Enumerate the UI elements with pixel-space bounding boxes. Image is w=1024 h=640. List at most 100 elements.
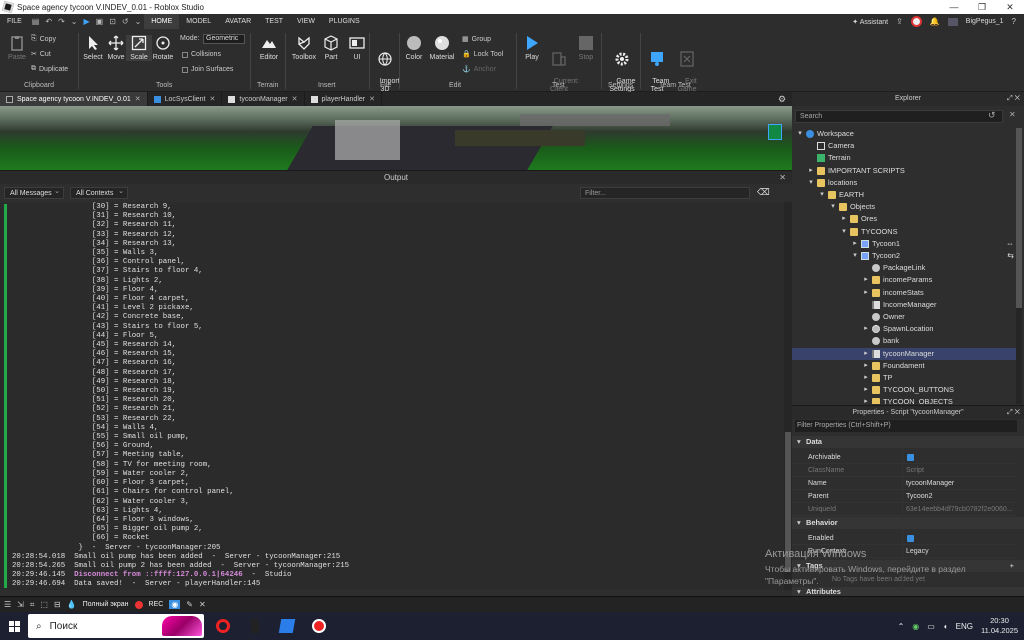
pen-icon[interactable]: ✎ (186, 600, 193, 609)
redo-icon[interactable]: ↷ (55, 17, 68, 26)
explorer-search-input[interactable]: Search (795, 110, 1003, 123)
toolbox-button[interactable]: Toolbox (291, 35, 317, 61)
archivable-checkbox[interactable] (907, 454, 914, 461)
menu-file[interactable]: FILE (0, 14, 29, 29)
menu-tab-plugins[interactable]: PLUGINS (322, 14, 367, 29)
clock[interactable]: 20:30 11.04.2025 (981, 616, 1018, 636)
expand-arrow-icon[interactable]: ▸ (840, 213, 848, 225)
taskbar-app-roblox-studio[interactable] (274, 613, 300, 639)
expand-arrow-icon[interactable]: ▾ (829, 201, 837, 213)
scale-tool-button[interactable]: Scale (126, 35, 152, 61)
rotate-tool-button[interactable]: Rotate (150, 35, 176, 61)
menu-tab-test[interactable]: TEST (258, 14, 290, 29)
username[interactable]: BigPegus_1 (966, 18, 1004, 25)
tabs-gear-icon[interactable]: ⚙ (778, 94, 786, 105)
customize-dropdown-icon[interactable]: ⌄ (132, 17, 145, 26)
tree-item[interactable]: ▸ TYCOON_BUTTONS (792, 384, 1016, 396)
expand-arrow-icon[interactable]: ▸ (862, 348, 870, 360)
prop-enabled[interactable]: Enabled (792, 532, 1016, 545)
tree-item[interactable]: Camera (792, 140, 1016, 152)
rec-label[interactable]: REC (149, 601, 164, 608)
camera-icon[interactable]: ▣ (93, 17, 107, 26)
layout-icon[interactable]: ⊟ (54, 600, 61, 609)
taskbar-search[interactable]: ⌕ Поиск (28, 614, 204, 638)
explorer-search-close-icon[interactable]: ✕ (1009, 110, 1016, 119)
expand-arrow-icon[interactable]: ▸ (862, 360, 870, 372)
quick-access-dropdown-icon[interactable]: ⌄ (68, 17, 81, 26)
output-scrollbar[interactable] (784, 202, 792, 590)
close-button[interactable]: ✕ (996, 0, 1024, 14)
explorer-close-icon[interactable]: ⤢ ✕ (1007, 92, 1020, 106)
minimize-button[interactable]: — (940, 0, 968, 14)
lock-tool-button[interactable]: 🔒 Lock Tool (462, 50, 503, 59)
tree-item[interactable]: ▾ locations (792, 177, 1016, 189)
tree-item[interactable]: ▸ Foundament (792, 360, 1016, 372)
explorer-history-icon[interactable]: ↺ (988, 110, 996, 121)
tree-item[interactable]: ▾ EARTH (792, 189, 1016, 201)
expand-arrow-icon[interactable]: ▸ (862, 384, 870, 396)
tree-item[interactable]: Terrain (792, 152, 1016, 164)
undo-icon[interactable]: ↶ (42, 17, 55, 26)
messages-filter-dropdown[interactable]: All Messages (4, 186, 64, 199)
tree-item[interactable]: ▸ incomeStats (792, 287, 1016, 299)
record-icon[interactable] (134, 600, 143, 609)
view-cube-icon[interactable] (768, 124, 782, 140)
network-icon[interactable]: ▭ (927, 622, 935, 631)
terrain-editor-button[interactable]: Editor (256, 35, 282, 61)
3d-viewport[interactable] (0, 106, 792, 170)
play-icon[interactable]: ▶ (80, 17, 92, 26)
close-tab-icon[interactable]: ✕ (369, 95, 375, 103)
notifications-icon[interactable]: 🔔 (930, 17, 940, 26)
tab-locsysclient[interactable]: LocSysClient ✕ (148, 92, 223, 106)
expand-arrow-icon[interactable]: ▾ (796, 128, 804, 140)
tree-item[interactable]: IncomeManager (792, 299, 1016, 311)
expand-arrow-icon[interactable]: ▾ (818, 189, 826, 201)
part-button[interactable]: Part (318, 35, 344, 61)
properties-close-icon[interactable]: ⤢ ✕ (1007, 406, 1020, 420)
taskbar-app-opera[interactable] (210, 613, 236, 639)
menu-lines-icon[interactable]: ☰ (4, 600, 11, 609)
join-surfaces-checkbox[interactable] (182, 66, 188, 73)
tab-tycoonmanager[interactable]: tycoonManager ✕ (222, 92, 305, 106)
tree-item[interactable]: PackageLink (792, 262, 1016, 274)
avatar[interactable] (910, 16, 922, 27)
play-button[interactable]: Play (519, 35, 545, 61)
explorer-scrollbar[interactable] (1016, 128, 1022, 404)
close-tab-icon[interactable]: ✕ (292, 95, 298, 103)
menu-tab-avatar[interactable]: AVATAR (218, 14, 258, 29)
output-filter-input[interactable]: Filter... (580, 187, 750, 199)
prop-value[interactable]: Tycoon2 (906, 490, 932, 503)
tree-item[interactable]: ▸ IMPORTANT SCRIPTS (792, 165, 1016, 177)
tree-item[interactable]: Owner (792, 311, 1016, 323)
prop-name[interactable]: Name tycoonManager (792, 477, 1016, 490)
volume-icon[interactable]: ◖ (943, 622, 948, 631)
collisions-checkbox[interactable] (182, 51, 188, 58)
menu-tab-home[interactable]: HOME (144, 14, 180, 29)
share-icon[interactable]: ⇪ (896, 17, 903, 26)
add-tag-icon[interactable]: + (1010, 560, 1014, 572)
output-close-icon[interactable]: ✕ (779, 171, 786, 185)
color-button[interactable]: Color (401, 35, 427, 61)
tree-item[interactable]: ▸ incomeParams (792, 274, 1016, 286)
prop-value[interactable]: Legacy (906, 545, 929, 558)
tree-item[interactable]: ▾ Workspace (792, 128, 1016, 140)
tree-item[interactable]: ▸ SpawnLocation (792, 323, 1016, 335)
duplicate-button[interactable]: ⧉ Duplicate (31, 65, 68, 73)
ui-button[interactable]: UI (344, 35, 370, 61)
join-surfaces-toggle[interactable]: Join Surfaces (182, 66, 233, 73)
expand-arrow-icon[interactable]: ▸ (851, 238, 859, 250)
expand-arrow-icon[interactable]: ▸ (862, 323, 870, 335)
drop-icon[interactable]: 💧 (67, 600, 77, 609)
language-indicator[interactable]: ENG (956, 622, 973, 631)
checkpoint-icon[interactable]: ⊡ (106, 17, 119, 26)
collisions-toggle[interactable]: Collisions (182, 51, 221, 58)
enabled-checkbox[interactable] (907, 535, 914, 542)
start-button[interactable] (0, 612, 28, 640)
contexts-filter-dropdown[interactable]: All Contexts (70, 186, 128, 199)
paste-button[interactable]: Paste (4, 35, 30, 61)
close-recorder-icon[interactable]: ✕ (199, 600, 206, 609)
explorer-scroll-thumb[interactable] (1016, 128, 1022, 308)
expand-arrow-icon[interactable]: ▸ (862, 274, 870, 286)
tray-chevron-icon[interactable]: ⌃ (898, 622, 905, 631)
help-icon[interactable]: ? (1012, 17, 1016, 26)
